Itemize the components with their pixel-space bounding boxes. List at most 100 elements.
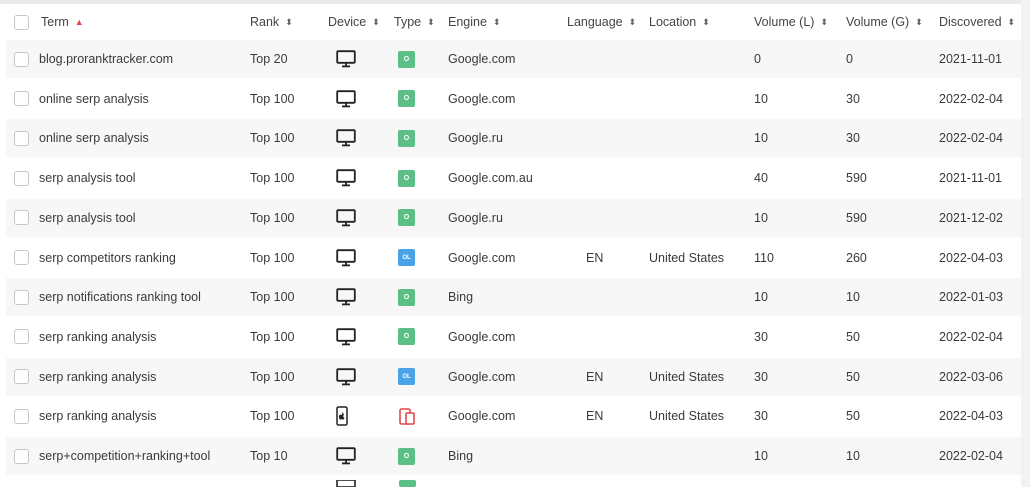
organic-badge: O <box>398 328 415 346</box>
desktop-icon <box>336 239 356 277</box>
volume-local-value: 0 <box>754 52 761 66</box>
table-row[interactable]: serp ranking analysis Top 100 Google.com… <box>6 397 1021 435</box>
sort-icon: ⬍ <box>427 16 435 27</box>
keyword-term[interactable]: serp ranking analysis <box>39 397 156 435</box>
rank-value: Top 20 <box>250 52 288 66</box>
table-row[interactable]: serp+competition+ranking+tool Top 10 O B… <box>6 437 1021 475</box>
sort-icon: ⬍ <box>628 16 637 27</box>
row-checkbox[interactable] <box>14 437 29 475</box>
discovered-date: 2022-02-04 <box>939 449 1003 463</box>
table-row[interactable]: online serp analysis Top 100 O Google.ru… <box>6 119 1021 158</box>
volume-global-value: 10 <box>846 449 860 463</box>
table-row[interactable]: serp notifications ranking tool Top 100 … <box>6 278 1021 317</box>
column-header-discovered[interactable]: Discovered ⬍ <box>939 4 1015 40</box>
organic-badge: O <box>398 50 415 68</box>
desktop-icon <box>336 358 356 396</box>
volume-global-value: 50 <box>846 369 860 384</box>
keyword-term[interactable]: serp ranking analysis <box>39 318 156 356</box>
row-checkbox[interactable] <box>14 318 29 356</box>
row-checkbox[interactable] <box>14 80 29 118</box>
column-device-label: Device <box>328 15 367 29</box>
volume-local-value: 10 <box>754 131 768 146</box>
desktop-icon <box>336 159 356 197</box>
column-term-label: Term <box>41 15 69 29</box>
column-volume-g-label: Volume (G) <box>846 15 910 29</box>
type-cell: O <box>398 278 415 316</box>
desktop-icon <box>336 318 356 356</box>
organic-badge: O <box>398 447 415 465</box>
volume-global-value: 50 <box>846 409 860 424</box>
row-checkbox[interactable] <box>14 278 29 316</box>
volume-global-value: 30 <box>846 131 860 146</box>
rank-value: Top 100 <box>250 250 295 265</box>
engine-value: Google.com <box>448 409 516 424</box>
column-location-label: Location <box>649 15 697 29</box>
sort-icon: ⬍ <box>372 16 380 27</box>
sort-asc-icon: ▲ <box>74 16 84 27</box>
keyword-term[interactable]: serp notifications ranking tool <box>39 278 201 316</box>
language-value: EN <box>586 409 604 424</box>
column-header-volume-local[interactable]: Volume (L) ⬍ <box>754 4 828 40</box>
type-cell: O <box>398 437 415 475</box>
language-value: EN <box>586 369 604 384</box>
volume-local-value: 30 <box>754 369 768 384</box>
discovered-date: 2022-02-04 <box>939 91 1003 106</box>
desktop-icon <box>336 278 356 316</box>
discovered-date: 2022-02-04 <box>939 329 1003 344</box>
volume-global-value: 0 <box>846 52 853 66</box>
volume-global-value: 590 <box>846 210 867 225</box>
rank-value: Top 100 <box>250 210 295 225</box>
type-cell <box>398 397 415 435</box>
column-header-engine[interactable]: Engine ⬍ <box>448 4 500 40</box>
column-header-volume-global[interactable]: Volume (G) ⬍ <box>846 4 923 40</box>
keyword-term[interactable]: online serp analysis <box>39 80 149 118</box>
table-row[interactable]: serp analysis tool Top 100 O Google.ru 1… <box>6 198 1021 237</box>
column-header-type[interactable]: Type ⬍ <box>394 4 435 40</box>
table-row[interactable]: serp ranking analysis Top 100 OL Google.… <box>6 357 1021 396</box>
row-checkbox[interactable] <box>14 119 29 157</box>
keyword-term[interactable]: online serp analysis <box>39 119 149 157</box>
table-row[interactable]: serp competitors ranking Top 100 OL Goog… <box>6 239 1021 277</box>
engine-value: Google.com <box>448 250 516 265</box>
keyword-term[interactable]: blog.proranktracker.com <box>39 40 173 78</box>
column-header-device[interactable]: Device ⬍ <box>328 4 380 40</box>
row-checkbox[interactable] <box>14 199 29 237</box>
row-checkbox[interactable] <box>14 40 29 78</box>
location-value: United States <box>649 409 725 424</box>
engine-value: Google.com <box>448 52 516 66</box>
select-all-checkbox[interactable] <box>14 4 29 40</box>
organic-local-badge: OL <box>398 249 415 266</box>
keyword-term[interactable]: serp+competition+ranking+tool <box>39 437 210 475</box>
table-row[interactable]: serp analysis tool Top 100 O Google.com.… <box>6 159 1021 197</box>
desktop-icon <box>336 480 356 487</box>
discovered-date: 2021-11-01 <box>939 52 1003 66</box>
row-checkbox[interactable] <box>14 239 29 277</box>
row-checkbox[interactable] <box>14 397 29 435</box>
column-header-location[interactable]: Location ⬍ <box>649 4 710 40</box>
location-value: United States <box>649 369 725 384</box>
column-header-language[interactable]: Language ⬍ <box>567 4 636 40</box>
keyword-term[interactable]: serp analysis tool <box>39 199 136 237</box>
type-cell: OL <box>398 358 415 396</box>
row-checkbox[interactable] <box>14 358 29 396</box>
organic-badge: O <box>398 288 415 306</box>
desktop-icon <box>336 80 356 118</box>
row-checkbox[interactable] <box>14 159 29 197</box>
table-row[interactable]: blog.proranktracker.com Top 20 O Google.… <box>6 40 1021 78</box>
keyword-term[interactable]: serp competitors ranking <box>39 239 176 277</box>
table-row[interactable]: serp ranking analysis Top 100 O Google.c… <box>6 318 1021 356</box>
column-header-rank[interactable]: Rank ⬍ <box>250 4 293 40</box>
column-language-label: Language <box>567 15 623 29</box>
rank-value: Top 100 <box>250 91 295 106</box>
mobile-type-icon <box>398 407 415 425</box>
volume-local-value: 30 <box>754 329 768 344</box>
table-row[interactable]: online serp analysis Top 100 O Google.co… <box>6 80 1021 118</box>
keyword-term[interactable]: serp ranking analysis <box>39 358 156 396</box>
discovered-date: 2021-11-01 <box>939 171 1003 186</box>
column-header-term[interactable]: Term ▲ <box>41 4 84 40</box>
type-cell: O <box>398 318 415 356</box>
engine-value: Google.com <box>448 329 516 344</box>
keyword-term[interactable]: serp analysis tool <box>39 159 136 197</box>
discovered-date: 2022-04-03 <box>939 250 1003 265</box>
engine-value: Google.com <box>448 369 516 384</box>
